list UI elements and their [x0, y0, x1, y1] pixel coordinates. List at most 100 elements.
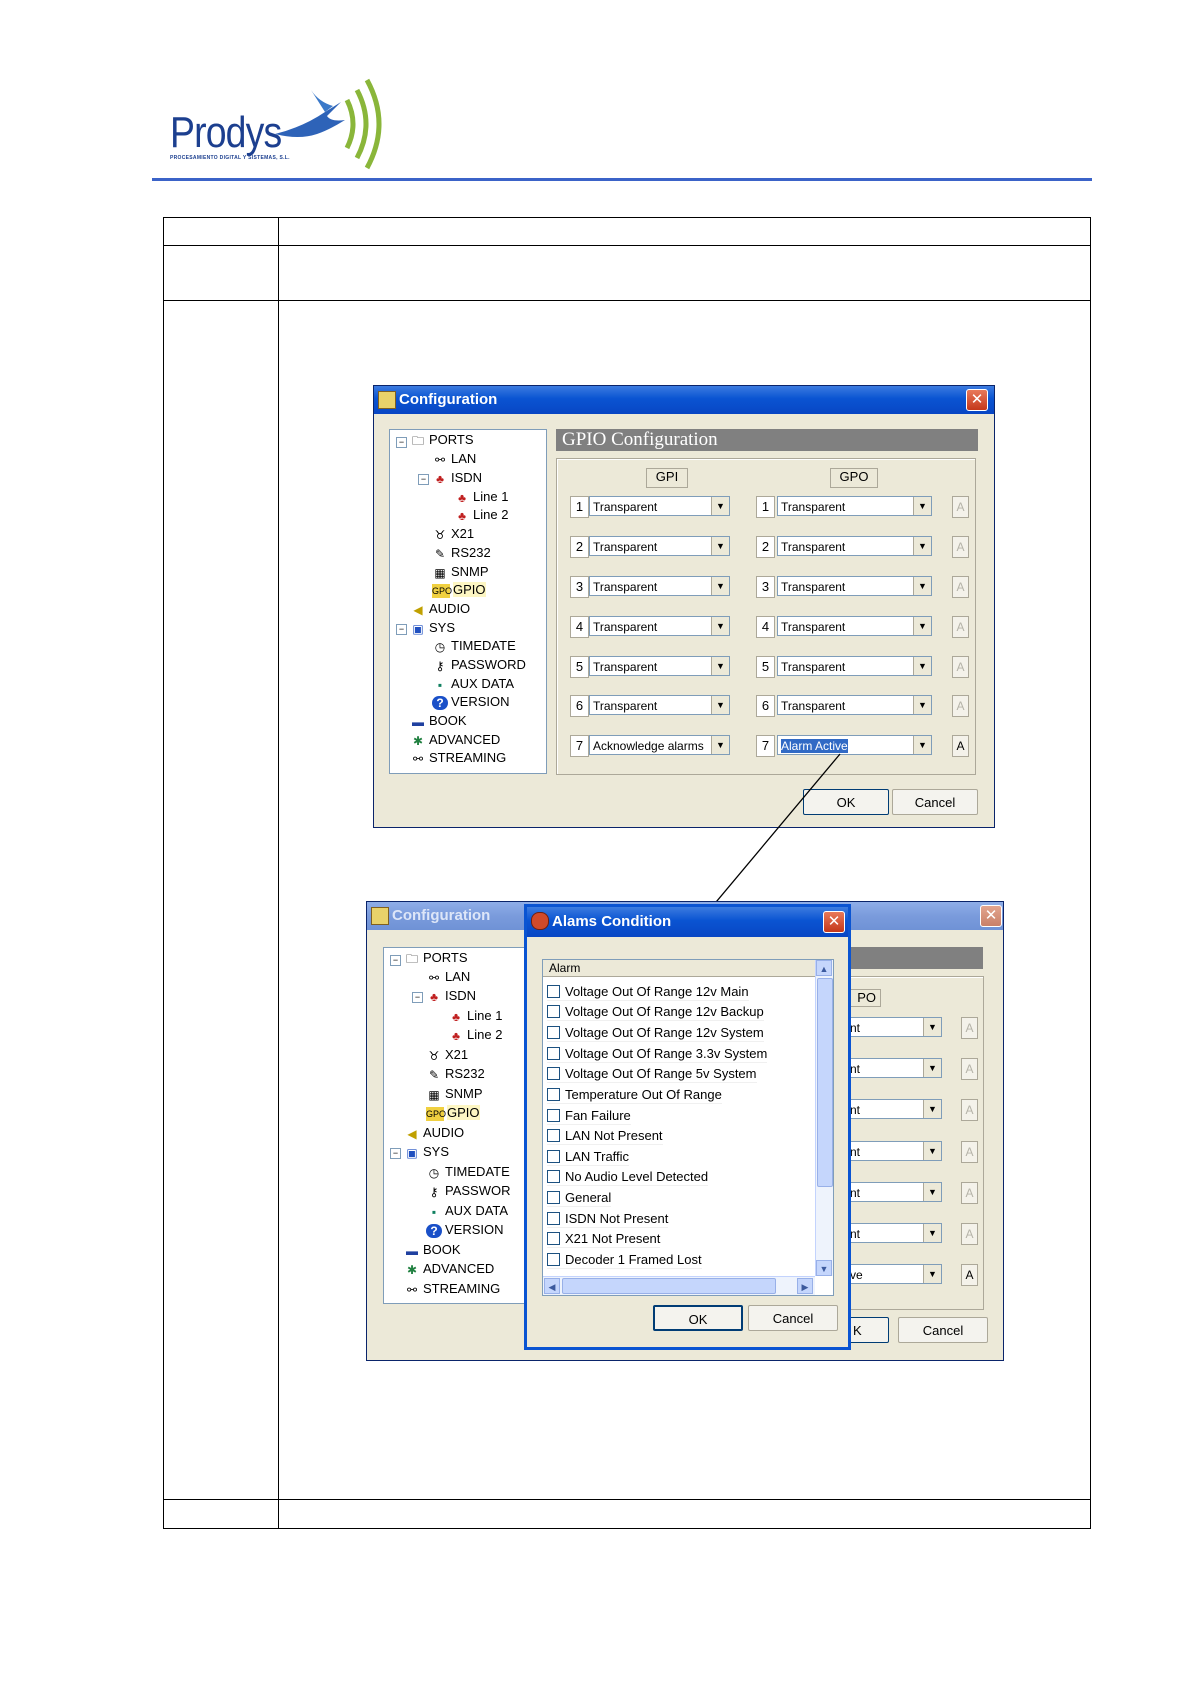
tree-item-lan[interactable]: ⚯ LAN: [432, 451, 476, 467]
close-button[interactable]: ✕: [823, 911, 845, 933]
a-button[interactable]: A: [952, 735, 969, 757]
tree-item-timedate[interactable]: ◷ TIMEDATE: [432, 638, 516, 654]
list-item[interactable]: Voltage Out Of Range 12v System: [547, 1023, 764, 1042]
a-button[interactable]: A: [952, 616, 969, 638]
close-button[interactable]: ✕: [966, 389, 988, 411]
scroll-up-icon[interactable]: ▲: [816, 960, 832, 976]
a-button[interactable]: A: [961, 1141, 978, 1163]
scroll-thumb[interactable]: [817, 978, 833, 1187]
tree-item-rs232[interactable]: ✎ RS232: [432, 545, 491, 561]
tree-item-line1[interactable]: ♣ Line 1: [454, 489, 508, 505]
a-button[interactable]: A: [961, 1182, 978, 1204]
checkbox[interactable]: [547, 1191, 560, 1205]
gpo-select[interactable]: nt ▼: [847, 1141, 942, 1161]
gpo-select[interactable]: nt ▼: [847, 1223, 942, 1243]
tree-item-x21[interactable]: ♉ X21: [426, 1047, 469, 1063]
cancel-button[interactable]: Cancel: [892, 789, 978, 815]
checkbox[interactable]: [547, 1109, 560, 1123]
list-item[interactable]: General: [547, 1188, 612, 1207]
gpo-select[interactable]: ve ▼: [847, 1264, 942, 1284]
checkbox[interactable]: [547, 1088, 560, 1102]
list-item[interactable]: Decoder 1 Framed Lost: [547, 1250, 702, 1269]
collapse-icon[interactable]: −: [390, 955, 401, 966]
tree-item-streaming[interactable]: ⚯ STREAMING: [404, 1281, 500, 1297]
collapse-icon[interactable]: −: [396, 624, 407, 635]
a-button[interactable]: A: [952, 656, 969, 678]
gpi-select[interactable]: Transparent ▼: [589, 695, 730, 715]
collapse-icon[interactable]: −: [412, 992, 423, 1003]
ok-button[interactable]: K: [847, 1317, 889, 1343]
tree-item-rs232[interactable]: ✎ RS232: [426, 1066, 485, 1082]
tree-item-book[interactable]: ▬ BOOK: [404, 1242, 461, 1258]
list-item[interactable]: X21 Not Present: [547, 1229, 661, 1248]
collapse-icon[interactable]: −: [396, 437, 407, 448]
tree-item-streaming[interactable]: ⚯ STREAMING: [410, 750, 506, 766]
checkbox[interactable]: [547, 1253, 560, 1267]
tree-item-ports[interactable]: 🗀 PORTS: [404, 950, 468, 966]
a-button[interactable]: A: [961, 1264, 978, 1286]
tree-item-book[interactable]: ▬ BOOK: [410, 713, 467, 729]
gpo-select[interactable]: nt ▼: [847, 1017, 942, 1037]
tree-item-password[interactable]: ⚷ PASSWORD: [432, 657, 526, 673]
tree-item-timedate[interactable]: ◷ TIMEDATE: [426, 1164, 510, 1180]
tree-item-sys[interactable]: ▣ SYS: [404, 1144, 449, 1160]
gpo-select[interactable]: Transparent ▼: [777, 695, 932, 715]
gpi-select[interactable]: Transparent ▼: [589, 496, 730, 516]
checkbox[interactable]: [547, 1170, 560, 1184]
a-button[interactable]: A: [961, 1017, 978, 1039]
scroll-down-icon[interactable]: ▼: [816, 1260, 832, 1276]
scroll-right-icon[interactable]: ▶: [797, 1278, 813, 1294]
tree-item-advanced[interactable]: ✱ ADVANCED: [410, 732, 500, 748]
tree-item-advanced[interactable]: ✱ ADVANCED: [404, 1261, 494, 1277]
tree-item-snmp[interactable]: ▦ SNMP: [426, 1086, 482, 1102]
tree-item-ports[interactable]: 🗀 PORTS: [410, 432, 474, 448]
a-button[interactable]: A: [961, 1058, 978, 1080]
list-item[interactable]: ISDN Not Present: [547, 1209, 669, 1228]
gpi-select[interactable]: Transparent ▼: [589, 536, 730, 556]
tree-item-sys[interactable]: ▣ SYS: [410, 620, 455, 636]
alarm-column-header[interactable]: Alarm: [543, 960, 815, 977]
tree-item-lan[interactable]: ⚯ LAN: [426, 969, 470, 985]
gpo-select[interactable]: nt ▼: [847, 1099, 942, 1119]
tree-item-x21[interactable]: ♉ X21: [432, 526, 475, 542]
checkbox[interactable]: [547, 1150, 560, 1164]
tree-item-line1[interactable]: ♣ Line 1: [448, 1008, 502, 1024]
gpo-select[interactable]: Transparent ▼: [777, 656, 932, 676]
checkbox[interactable]: [547, 1047, 560, 1061]
list-item[interactable]: No Audio Level Detected: [547, 1167, 709, 1186]
window-titlebar[interactable]: Configuration ✕: [374, 386, 994, 414]
gpo-select[interactable]: Transparent ▼: [777, 616, 932, 636]
list-item[interactable]: LAN Traffic: [547, 1147, 630, 1166]
horizontal-scrollbar[interactable]: ◀ ▶: [543, 1276, 815, 1295]
close-button[interactable]: ✕: [980, 905, 1002, 927]
gpo-select[interactable]: nt ▼: [847, 1182, 942, 1202]
a-button[interactable]: A: [952, 496, 969, 518]
checkbox[interactable]: [547, 985, 560, 999]
checkbox[interactable]: [547, 1212, 560, 1226]
a-button[interactable]: A: [952, 536, 969, 558]
list-item[interactable]: Voltage Out Of Range 12v Backup: [547, 1002, 764, 1021]
dialog-titlebar[interactable]: Alams Condition ✕: [527, 907, 848, 937]
a-button[interactable]: A: [961, 1099, 978, 1121]
tree-item-audio[interactable]: ◀ AUDIO: [404, 1125, 464, 1141]
a-button[interactable]: A: [952, 695, 969, 717]
gpi-select[interactable]: Transparent ▼: [589, 656, 730, 676]
ok-button[interactable]: OK: [653, 1305, 743, 1331]
checkbox[interactable]: [547, 1129, 560, 1143]
vertical-scrollbar[interactable]: ▲ ▼: [815, 960, 833, 1276]
gpi-select[interactable]: Transparent ▼: [589, 616, 730, 636]
gpo-select[interactable]: Transparent ▼: [777, 536, 932, 556]
scroll-left-icon[interactable]: ◀: [544, 1278, 560, 1294]
a-button[interactable]: A: [961, 1223, 978, 1245]
cancel-button[interactable]: Cancel: [898, 1317, 988, 1343]
scroll-thumb[interactable]: [562, 1278, 776, 1294]
tree-item-gpio[interactable]: GPOGPIO: [432, 582, 486, 598]
gpo-select[interactable]: Transparent ▼: [777, 576, 932, 596]
gpo-select[interactable]: Transparent ▼: [777, 496, 932, 516]
list-item[interactable]: Voltage Out Of Range 3.3v System: [547, 1044, 768, 1063]
tree-item-version[interactable]: ? VERSION: [432, 694, 510, 710]
checkbox[interactable]: [547, 1026, 560, 1040]
tree-item-auxdata[interactable]: ▪ AUX DATA: [426, 1203, 508, 1219]
gpo-select[interactable]: nt ▼: [847, 1058, 942, 1078]
list-item[interactable]: Temperature Out Of Range: [547, 1085, 722, 1104]
